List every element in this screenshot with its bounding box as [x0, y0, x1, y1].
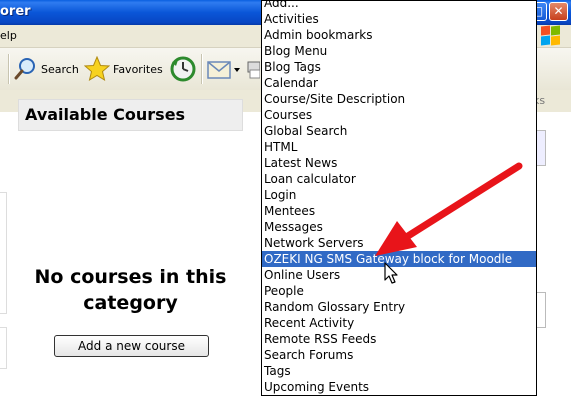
mouse-cursor-icon: [384, 262, 398, 284]
annotation-arrow-icon: [375, 162, 523, 256]
